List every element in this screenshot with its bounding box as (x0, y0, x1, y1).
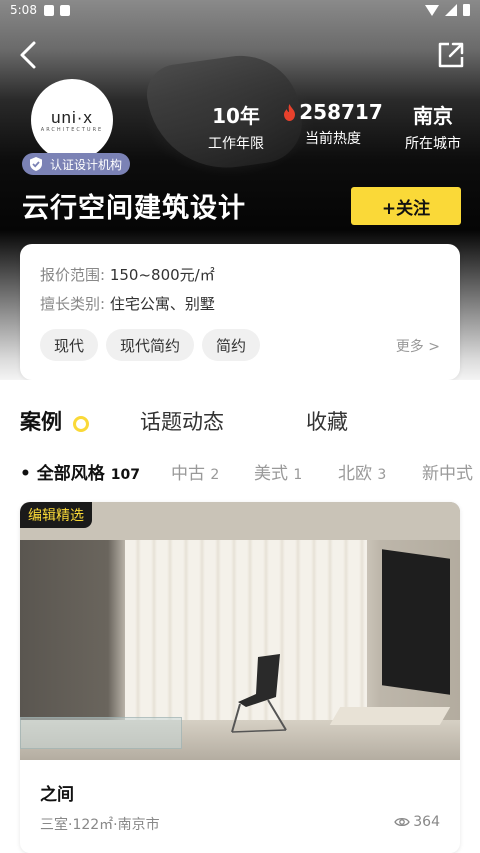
tab-cases[interactable]: 案例 (20, 406, 62, 436)
style-tag[interactable]: 简约 (202, 329, 260, 361)
stat-value: 南京 (413, 104, 453, 128)
filter-count: 1 (293, 467, 303, 483)
stat-value: 258717 (299, 100, 383, 124)
category-value: 住宅公寓、别墅 (109, 295, 215, 313)
filter-count: 2 (210, 467, 220, 483)
status-time: 5:08 (10, 3, 37, 17)
stat-value-row: 258717 (283, 100, 383, 124)
case-cover-table (20, 717, 182, 749)
signal-icon (445, 4, 457, 16)
filter-count: 3 (377, 467, 387, 483)
price-range-row: 报价范围: 150~800元/㎡ (40, 264, 215, 285)
certified-badge: 认证设计机构 (22, 153, 131, 175)
filter-count: 107 (110, 467, 140, 483)
stat-label: 当前热度 (305, 131, 361, 147)
studio-logo-sub: ARCHITECTURE (40, 126, 104, 133)
stat-label: 所在城市 (405, 136, 461, 152)
back-icon[interactable] (14, 40, 44, 70)
filter-label: 全部风格 (36, 464, 105, 484)
stat-value: 10年 (212, 104, 260, 128)
category-label: 擅长类别: (40, 295, 106, 313)
style-tag[interactable]: 现代 (40, 329, 98, 361)
filter-label: 中古 (171, 464, 205, 484)
case-cover-chair (231, 654, 287, 733)
case-card[interactable]: 编辑精选 之间 三室·122㎡·南京市 364 (20, 502, 460, 853)
tab-favorites[interactable]: 收藏 (306, 406, 348, 436)
battery-icon (463, 4, 470, 16)
stat-popularity: 258717 当前热度 (283, 100, 383, 148)
stat-label: 工作年限 (208, 136, 264, 152)
notification-icon (44, 5, 54, 16)
studio-avatar[interactable]: uni·x ARCHITECTURE (31, 79, 113, 161)
case-meta: 三室·122㎡·南京市 (40, 817, 160, 833)
category-row: 擅长类别: 住宅公寓、别墅 (40, 293, 215, 314)
filter-label: 新中式 (422, 464, 473, 484)
filter-mid-century[interactable]: 中古 2 (171, 459, 219, 484)
filter-bullet: • (20, 464, 37, 484)
flame-icon (284, 103, 296, 121)
eye-icon (394, 817, 411, 827)
price-range-value: 150~800元/㎡ (109, 266, 215, 284)
status-bar: 5:08 (0, 0, 480, 22)
share-icon[interactable] (436, 40, 466, 70)
wifi-icon (425, 4, 439, 16)
studio-info-card: 报价范围: 150~800元/㎡ 擅长类别: 住宅公寓、别墅 现代 现代简约 简… (20, 244, 460, 380)
case-cover-image (20, 502, 460, 760)
stat-work-years: 10年 工作年限 (200, 100, 272, 153)
active-tab-indicator (73, 416, 89, 432)
filter-all-styles[interactable]: • 全部风格 107 (20, 459, 140, 484)
filter-label: 北欧 (338, 464, 372, 484)
filter-nordic[interactable]: 北欧 3 (338, 459, 386, 484)
filter-new-chinese[interactable]: 新中式 (422, 459, 480, 484)
shield-check-icon (30, 157, 42, 171)
badge-label: 认证设计机构 (50, 157, 123, 172)
main-content: 案例 话题动态 收藏 • 全部风格 107 中古 2 美式 1 北欧 3 新中式 (0, 380, 480, 853)
price-range-label: 报价范围: (40, 266, 106, 284)
studio-logo: uni·x (51, 107, 93, 127)
studio-name: 云行空间建筑设计 (22, 193, 246, 224)
style-tag[interactable]: 现代简约 (106, 329, 194, 361)
tab-topics[interactable]: 话题动态 (140, 406, 224, 436)
filter-american[interactable]: 美式 1 (254, 459, 302, 484)
stat-city: 南京 所在城市 (398, 100, 468, 153)
case-title: 之间 (40, 785, 74, 805)
more-tags-link[interactable]: 更多 > (396, 336, 440, 356)
case-cover-tv (382, 549, 450, 695)
follow-button[interactable]: +关注 (351, 187, 461, 225)
case-views: 364 (394, 814, 440, 830)
case-cover-bench (329, 707, 451, 725)
notification-icon (60, 5, 70, 16)
filter-label: 美式 (254, 464, 288, 484)
views-count: 364 (413, 814, 440, 830)
editor-pick-tag: 编辑精选 (20, 502, 92, 528)
